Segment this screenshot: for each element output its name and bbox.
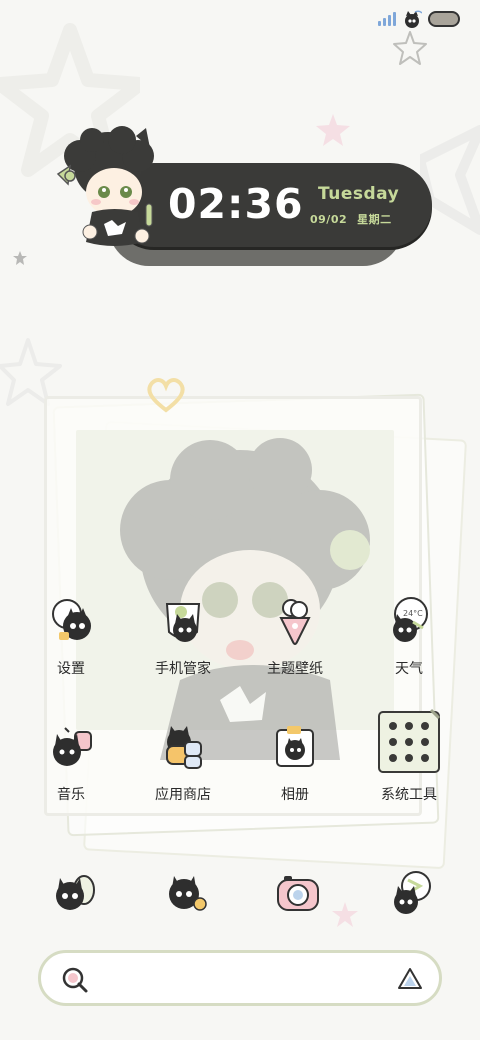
clock-time: 02:36 xyxy=(168,180,304,228)
phone-cat-icon[interactable] xyxy=(48,868,100,920)
app-app-store[interactable]: 应用商店 xyxy=(128,722,238,832)
signal-bars-icon xyxy=(378,12,396,26)
music-icon xyxy=(53,727,92,766)
app-gallery[interactable]: 相册 xyxy=(240,722,350,832)
system-tools-folder-icon xyxy=(378,708,441,773)
weather-icon: 24°C xyxy=(393,597,428,642)
app-theme-wallpaper[interactable]: 主题壁纸 xyxy=(240,596,350,706)
theme-wallpaper-icon xyxy=(279,599,311,645)
search-icon[interactable] xyxy=(61,966,89,994)
app-label: 相册 xyxy=(281,787,309,803)
clock-weekday-cn: 星期二 xyxy=(357,213,392,226)
search-input[interactable] xyxy=(99,963,389,993)
photo-character-illustration xyxy=(120,438,370,760)
assistant-icon[interactable] xyxy=(397,966,423,992)
messages-cat-icon[interactable] xyxy=(160,868,212,920)
gallery-icon xyxy=(276,726,314,767)
app-system-tools[interactable]: 系统工具 xyxy=(354,708,464,818)
app-label: 应用商店 xyxy=(155,787,211,803)
app-label: 音乐 xyxy=(57,787,85,803)
app-label: 设置 xyxy=(57,661,85,677)
app-music[interactable]: 音乐 xyxy=(16,722,126,832)
search-bar[interactable] xyxy=(38,950,442,1006)
app-label: 天气 xyxy=(395,661,423,677)
phone-manager-cat-icon xyxy=(165,603,201,642)
background-star-icon xyxy=(393,31,427,65)
app-weather[interactable]: 24°C 天气 xyxy=(354,596,464,706)
status-bar xyxy=(378,10,460,28)
settings-cat-icon xyxy=(52,599,91,640)
browser-cat-icon[interactable] xyxy=(386,868,438,920)
app-label: 主题壁纸 xyxy=(267,661,323,677)
background-star-icon xyxy=(420,125,480,235)
cat-wifi-icon xyxy=(405,10,422,28)
app-label: 系统工具 xyxy=(381,787,437,803)
weather-temperature: 24°C xyxy=(403,609,423,618)
background-star-icon xyxy=(316,114,350,146)
chibi-character-illustration xyxy=(56,126,154,246)
clock-date: 09/02 xyxy=(310,213,348,226)
app-phone-manager[interactable]: 手机管家 xyxy=(128,596,238,706)
heart-icon xyxy=(147,378,185,413)
app-settings[interactable]: 设置 xyxy=(16,596,126,706)
clock-date-line: 09/02 星期二 xyxy=(310,211,392,227)
app-label: 手机管家 xyxy=(155,661,211,677)
background-star-icon xyxy=(332,902,358,927)
clock-weekday: Tuesday xyxy=(318,184,400,204)
background-star-icon xyxy=(13,251,27,265)
app-store-icon xyxy=(166,726,202,769)
battery-icon xyxy=(428,11,460,27)
camera-icon[interactable] xyxy=(272,868,324,920)
